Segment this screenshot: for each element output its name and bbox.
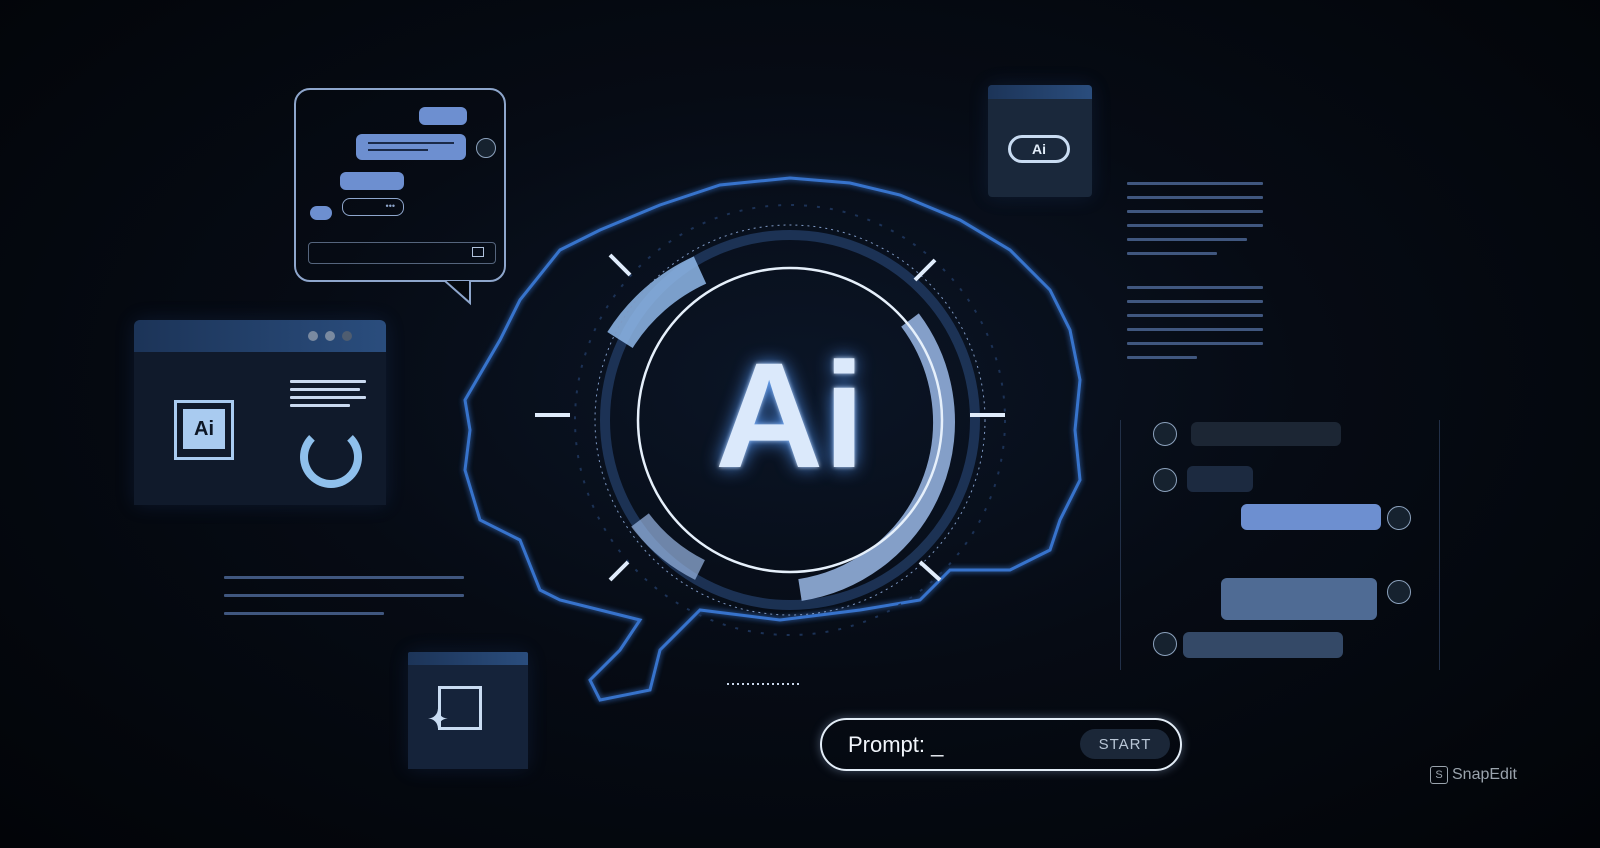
chat-bubble <box>340 172 404 190</box>
robot-label: Ai <box>1032 141 1046 157</box>
prompt-input[interactable]: Prompt: _ START <box>820 718 1182 771</box>
send-icon[interactable] <box>472 247 484 257</box>
ai-robot-window: Ai <box>988 85 1092 197</box>
conversation-panel <box>1120 420 1440 670</box>
typing-bubble: ••• <box>342 198 404 216</box>
window-dot <box>325 331 335 341</box>
start-button[interactable]: START <box>1080 729 1170 759</box>
image-sparkle-icon: ✦ <box>427 686 482 734</box>
ai-chip-window: Ai <box>134 320 386 505</box>
chat-bubble <box>419 107 467 125</box>
eye-icon <box>1153 632 1177 656</box>
user-avatar-icon <box>1387 580 1411 604</box>
window-dot <box>342 331 352 341</box>
image-generator-window: ✦ <box>408 652 528 769</box>
chat-message <box>1183 632 1343 658</box>
message-input[interactable] <box>308 242 496 264</box>
cpu-chip-icon: Ai <box>174 400 234 460</box>
chat-bubble <box>356 134 466 160</box>
document-lines-decor <box>1127 182 1263 362</box>
robot-icon <box>310 206 332 220</box>
chat-message <box>1191 422 1341 446</box>
chat-window: ••• <box>294 88 506 282</box>
user-avatar-icon <box>476 138 496 158</box>
window-dot <box>308 331 318 341</box>
ai-center-logo: Ai <box>715 331 865 499</box>
prompt-label: Prompt: _ <box>848 732 944 757</box>
snapedit-logo-icon: S <box>1430 766 1448 784</box>
eye-icon <box>1153 468 1177 492</box>
robot-icon: Ai <box>1008 135 1070 163</box>
watermark-text: SnapEdit <box>1452 766 1517 783</box>
snapedit-watermark: S SnapEdit <box>1430 766 1517 784</box>
chip-label: Ai <box>183 409 225 449</box>
chat-message <box>1241 504 1381 530</box>
chat-message <box>1221 578 1377 620</box>
text-cursor: _ <box>931 732 944 757</box>
loading-ring-icon <box>300 426 362 488</box>
chat-tail <box>444 280 471 306</box>
window-titlebar <box>134 320 386 352</box>
user-avatar-icon <box>1387 506 1411 530</box>
eye-icon <box>1153 422 1177 446</box>
chat-message <box>1187 466 1253 492</box>
